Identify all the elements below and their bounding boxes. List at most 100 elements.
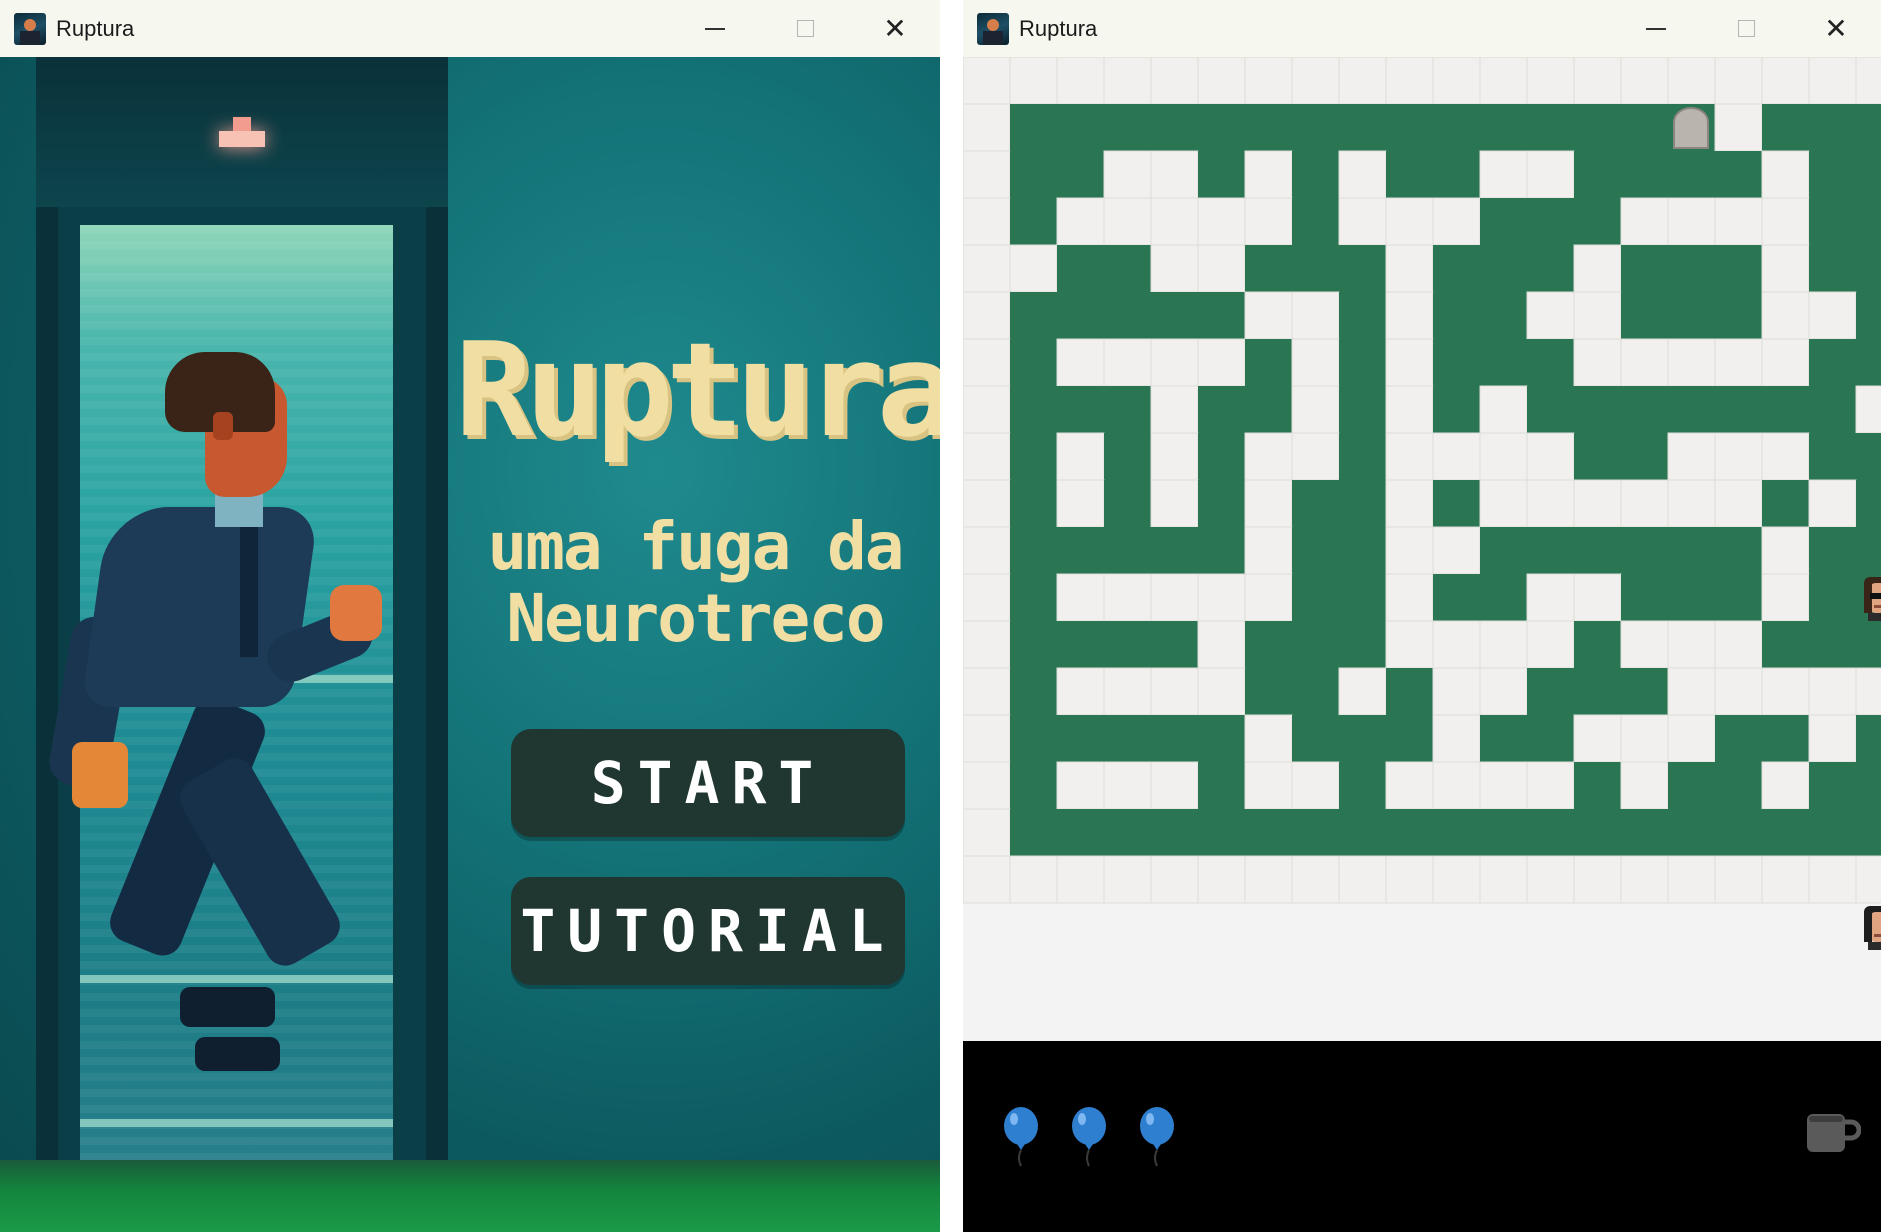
maze-floor-cell [1432, 620, 1481, 669]
maze-floor-cell [1761, 761, 1810, 810]
maze-wall-cell [1715, 292, 1762, 339]
maze-floor-cell [1056, 573, 1105, 622]
maze-floor-cell [1432, 526, 1481, 575]
maze-floor-cell [963, 150, 1011, 199]
maze-wall-cell [1104, 621, 1151, 668]
maze-wall-cell [1809, 621, 1856, 668]
maze-wall-cell [1621, 433, 1668, 480]
maze-floor-cell [1620, 620, 1669, 669]
titlebar[interactable]: Ruptura ✕ [963, 0, 1881, 57]
maze-wall-cell [1856, 292, 1881, 339]
maze-wall-cell [1762, 386, 1809, 433]
close-button[interactable]: ✕ [1791, 0, 1881, 57]
maze-wall-cell [1715, 574, 1762, 621]
maze-wall-cell [1574, 198, 1621, 245]
maze-floor-cell [1620, 197, 1669, 246]
close-button[interactable]: ✕ [850, 0, 940, 57]
minimize-icon [1646, 27, 1666, 30]
maze-wall-cell [1010, 339, 1057, 386]
maze-floor-cell [1479, 150, 1528, 199]
maze-floor-cell [1056, 667, 1105, 716]
maze-wall-cell [1433, 809, 1480, 856]
tombstone-icon [1673, 107, 1709, 149]
hud-bar [963, 1041, 1881, 1232]
maximize-icon [1737, 20, 1755, 37]
minimize-button[interactable] [670, 0, 760, 57]
maze-wall-cell [1621, 527, 1668, 574]
maze-wall-cell [1057, 527, 1104, 574]
maze-floor-cell [1526, 855, 1575, 904]
minimize-button[interactable] [1611, 0, 1701, 57]
maze-wall-cell [1198, 480, 1245, 527]
maze-wall-cell [1856, 198, 1881, 245]
maze-floor-cell [1385, 338, 1434, 387]
maze-floor-cell [1009, 57, 1058, 105]
maze-floor-cell [1667, 479, 1716, 528]
maze-floor-cell [1479, 432, 1528, 481]
maze-wall-cell [1621, 245, 1668, 292]
maze-wall-cell [1198, 151, 1245, 198]
maze-wall-cell [1292, 621, 1339, 668]
app-icon [14, 12, 46, 45]
maze-wall-cell [1433, 292, 1480, 339]
maze-wall-cell [1621, 668, 1668, 715]
maze-floor-cell [1620, 714, 1669, 763]
maze-wall-cell [1386, 809, 1433, 856]
maze-floor-cell [1808, 291, 1857, 340]
maze-floor-cell [1009, 244, 1058, 293]
maze-wall-cell [1762, 104, 1809, 151]
maze-wall-cell [1339, 574, 1386, 621]
maze-floor-cell [1150, 432, 1199, 481]
maze-wall-cell [1386, 668, 1433, 715]
maze-wall-cell [1339, 715, 1386, 762]
maze-wall-cell [1433, 151, 1480, 198]
maze-floor-cell [1667, 855, 1716, 904]
maze-floor-cell [1244, 432, 1293, 481]
maze-floor-cell [1808, 57, 1857, 105]
maximize-button[interactable] [760, 0, 850, 57]
maze-floor-cell [1761, 291, 1810, 340]
maze-floor-cell [1197, 573, 1246, 622]
maze-floor-cell [1244, 573, 1293, 622]
maze-wall-cell [1856, 621, 1881, 668]
maze-wall-cell [1057, 292, 1104, 339]
maze-floor-cell [1338, 667, 1387, 716]
maze-floor-cell [1385, 526, 1434, 575]
maze-wall-cell [1339, 527, 1386, 574]
maze-wall-cell [1809, 574, 1856, 621]
maze-floor-cell [1620, 338, 1669, 387]
maze-wall-cell [1339, 809, 1386, 856]
maze-floor-cell [1432, 714, 1481, 763]
maze-wall-cell [1574, 151, 1621, 198]
maze-floor-cell [1103, 855, 1152, 904]
maze-floor-cell [963, 808, 1011, 857]
maze-wall-cell [1715, 527, 1762, 574]
maze-floor-cell [1573, 855, 1622, 904]
maze-wall-cell [1010, 574, 1057, 621]
maze-wall-cell [1292, 809, 1339, 856]
maze-floor-cell [1714, 57, 1763, 105]
maze-wall-cell [1057, 715, 1104, 762]
tutorial-button[interactable]: TUTORIAL [511, 877, 905, 985]
maze-wall-cell [1574, 104, 1621, 151]
maze-floor-cell [1197, 667, 1246, 716]
maze-wall-cell [1480, 574, 1527, 621]
maze-floor-cell [1244, 526, 1293, 575]
maze-floor-cell [1761, 244, 1810, 293]
maze-floor-cell [1150, 338, 1199, 387]
maze-wall-cell [1715, 245, 1762, 292]
maze-wall-cell [1339, 480, 1386, 527]
maze-wall-cell [1574, 668, 1621, 715]
maze-wall-cell [1856, 245, 1881, 292]
maze-floor-cell [1808, 667, 1857, 716]
maze-floor-cell [963, 620, 1011, 669]
maximize-button[interactable] [1701, 0, 1791, 57]
titlebar[interactable]: Ruptura ✕ [0, 0, 940, 57]
maze-wall-cell [1715, 715, 1762, 762]
maze-floor-cell [1526, 573, 1575, 622]
maze-floor-cell [1150, 57, 1199, 105]
maze-wall-cell [1010, 762, 1057, 809]
maze-wall-cell [1809, 527, 1856, 574]
maze-wall-cell [1010, 809, 1057, 856]
start-button[interactable]: START [511, 729, 905, 837]
